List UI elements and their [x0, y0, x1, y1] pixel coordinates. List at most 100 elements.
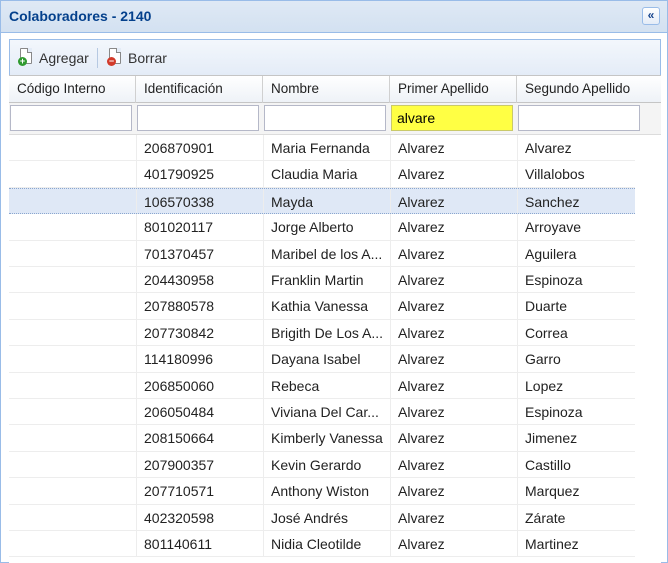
cell-codigo — [9, 505, 136, 531]
column-divider — [517, 214, 518, 240]
column-divider — [390, 161, 391, 187]
column-divider — [390, 267, 391, 293]
table-row[interactable]: 204430958 Franklin Martin Alvarez Espinoza — [9, 267, 635, 294]
cell-codigo — [9, 267, 136, 293]
cell-nombre: Claudia Maria — [271, 166, 358, 183]
column-divider — [517, 319, 518, 346]
cell-codigo — [9, 425, 136, 451]
cell-identificacion: 114180996 — [144, 351, 214, 368]
cell-identificacion: 207730842 — [144, 324, 215, 341]
table-row[interactable]: 207880578 Kathia Vanessa Alvarez Duarte — [9, 293, 635, 320]
add-button[interactable]: + Agregar — [18, 47, 89, 69]
table-row[interactable]: 701370457 Maribel de los A... Alvarez Aguil… — [9, 240, 635, 267]
filter-input-codigo[interactable] — [10, 105, 132, 131]
column-divider — [517, 188, 518, 214]
panel-header: Colaboradores - 2140 « — [1, 1, 667, 33]
column-header-nombre[interactable]: Nombre — [263, 76, 390, 104]
cell-primer-apellido: Alvarez — [398, 298, 445, 315]
cell-identificacion: 206850060 — [144, 377, 215, 394]
filter-input-primer-apellido[interactable] — [391, 105, 513, 131]
column-divider — [517, 240, 518, 266]
cell-segundo-apellido: Castillo — [525, 456, 571, 473]
cell-segundo-apellido: Garro — [525, 351, 561, 368]
cell-nombre: Nidia Cleotilde — [271, 536, 362, 552]
table-row[interactable]: 206850060 Rebeca Alvarez Lopez — [9, 372, 635, 399]
cell-codigo — [9, 320, 136, 346]
column-divider — [136, 214, 137, 240]
cell-segundo-apellido: Villalobos — [525, 166, 585, 183]
cell-nombre: Franklin Martin — [271, 272, 364, 288]
column-divider — [136, 504, 137, 530]
table-row[interactable]: 801140611 Nidia Cleotilde Alvarez Martinez — [9, 531, 635, 558]
table-row[interactable]: 801020117 Jorge Alberto Alvarez Arroyave — [9, 214, 635, 241]
column-header-segundo-apellido[interactable]: Segundo Apellido — [517, 76, 661, 104]
filter-input-identificacion[interactable] — [137, 105, 259, 131]
column-header-primer-apellido[interactable]: Primer Apellido — [390, 76, 517, 104]
cell-identificacion: 801020117 — [144, 219, 214, 236]
table-row[interactable]: 207730842 Brigith De Los A... Alvarez Corre… — [9, 319, 635, 347]
table-row[interactable]: 208150664 Kimberly Vanessa Alvarez Jimenez — [9, 425, 635, 452]
cell-codigo — [9, 399, 136, 425]
column-divider — [136, 478, 137, 504]
cell-segundo-apellido: Espinoza — [525, 272, 583, 288]
column-divider — [390, 346, 391, 372]
column-divider — [136, 161, 137, 187]
column-divider — [136, 451, 137, 478]
panel-title: Colaboradores - 2140 — [9, 8, 152, 24]
cell-codigo — [9, 373, 136, 399]
filter-input-nombre[interactable] — [264, 105, 386, 131]
column-divider — [517, 478, 518, 504]
cell-codigo — [9, 293, 136, 319]
add-document-icon: + — [18, 48, 34, 68]
column-header-codigo[interactable]: Código Interno — [9, 76, 136, 104]
column-divider — [263, 267, 264, 293]
column-divider — [390, 135, 391, 161]
cell-nombre: Viviana Del Car... — [271, 404, 379, 420]
cell-nombre: Brigith De Los A... — [271, 324, 384, 341]
cell-codigo — [9, 161, 136, 187]
cell-nombre: Dayana Isabel — [271, 351, 361, 368]
grid-toolbar: + Agregar − Borrar — [9, 39, 661, 75]
table-row[interactable]: 207710571 Anthony Wiston Alvarez Marquez — [9, 478, 635, 505]
column-divider — [263, 399, 264, 425]
table-row[interactable]: 401790925 Claudia Maria Alvarez Villalobos — [9, 161, 635, 188]
table-row[interactable]: 207900357 Kevin Gerardo Alvarez Castillo — [9, 451, 635, 479]
delete-button-label: Borrar — [128, 50, 167, 66]
column-divider — [136, 531, 137, 557]
delete-button[interactable]: − Borrar — [107, 47, 167, 69]
column-divider — [263, 188, 264, 214]
column-divider — [390, 319, 391, 346]
column-divider — [136, 293, 137, 319]
column-header-identificacion[interactable]: Identificación — [136, 76, 263, 104]
cell-codigo — [9, 135, 136, 161]
column-divider — [136, 399, 137, 425]
cell-identificacion: 207880578 — [144, 298, 215, 315]
filter-row — [9, 103, 661, 135]
cell-codigo — [9, 478, 136, 504]
column-divider — [263, 161, 264, 187]
table-row[interactable]: 206870901 Maria Fernanda Alvarez Alvarez — [9, 135, 635, 162]
colaboradores-panel: Colaboradores - 2140 « + Agregar − Borra… — [0, 0, 668, 563]
table-row[interactable]: 106570338 Mayda Alvarez Sanchez — [9, 187, 635, 215]
cell-primer-apellido: Alvarez — [398, 166, 445, 183]
cell-identificacion: 207710571 — [144, 483, 215, 500]
cell-nombre: Maria Fernanda — [271, 140, 370, 156]
cell-segundo-apellido: Zárate — [525, 509, 566, 526]
column-divider — [517, 267, 518, 293]
cell-primer-apellido: Alvarez — [398, 140, 445, 156]
cell-primer-apellido: Alvarez — [398, 193, 445, 210]
table-row[interactable]: 206050484 Viviana Del Car... Alvarez Espino… — [9, 399, 635, 426]
filter-input-segundo-apellido[interactable] — [518, 105, 640, 131]
collapse-icon[interactable]: « — [642, 7, 660, 25]
column-divider — [263, 531, 264, 557]
grid-body[interactable]: 206870901 Maria Fernanda Alvarez Alvarez 401… — [9, 135, 661, 563]
cell-primer-apellido: Alvarez — [398, 377, 445, 394]
cell-segundo-apellido: Espinoza — [525, 404, 583, 420]
column-divider — [517, 531, 518, 557]
column-divider — [517, 372, 518, 398]
cell-segundo-apellido: Alvarez — [525, 140, 572, 156]
add-button-label: Agregar — [39, 50, 89, 66]
cell-primer-apellido: Alvarez — [398, 430, 445, 447]
table-row[interactable]: 402320598 José Andrés Alvarez Zárate — [9, 504, 635, 531]
table-row[interactable]: 114180996 Dayana Isabel Alvarez Garro — [9, 346, 635, 373]
